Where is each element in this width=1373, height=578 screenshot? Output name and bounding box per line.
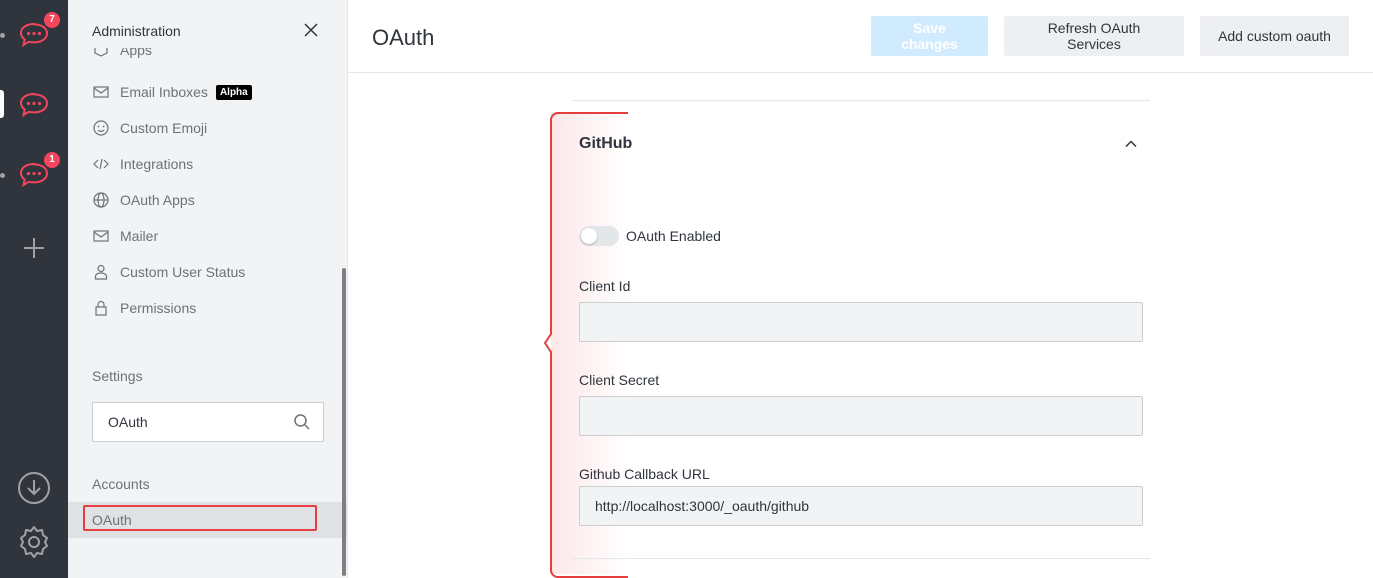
- accounts-group-title: Accounts: [92, 476, 150, 492]
- lock-icon: [92, 299, 110, 317]
- sidebar-item-label: Integrations: [120, 156, 194, 172]
- main-content: OAuth Save changes Refresh OAuth Service…: [348, 0, 1373, 578]
- sidebar-item-label: Mailer: [120, 228, 159, 244]
- settings-section-title: Settings: [92, 368, 143, 384]
- settings-gear-icon[interactable]: [17, 525, 51, 559]
- close-icon[interactable]: [302, 21, 320, 39]
- admin-sidebar: Administration Apps Email Inboxes Alpha …: [68, 0, 348, 578]
- oauth-enabled-label: OAuth Enabled: [626, 228, 721, 244]
- unread-badge: 1: [44, 152, 60, 168]
- unread-dot: [0, 33, 5, 38]
- sidebar-item-label: Email Inboxes: [120, 84, 208, 100]
- unread-dot: [0, 173, 5, 178]
- sidebar-item-permissions[interactable]: Permissions: [92, 296, 196, 320]
- mail-icon: [92, 227, 110, 245]
- sidebar-item-label: OAuth Apps: [120, 192, 195, 208]
- rocketchat-logo-icon: [19, 92, 49, 118]
- add-custom-oauth-button[interactable]: Add custom oauth: [1200, 16, 1349, 56]
- client-id-field[interactable]: [579, 302, 1143, 342]
- sidebar-scrollbar[interactable]: [342, 268, 346, 576]
- page-title: OAuth: [372, 25, 435, 50]
- page-header: OAuth Save changes Refresh OAuth Service…: [348, 0, 1373, 73]
- sidebar-item-label: Custom User Status: [120, 264, 246, 280]
- workspace-2[interactable]: [0, 86, 52, 122]
- client-secret-label: Client Secret: [579, 372, 660, 388]
- add-workspace-icon[interactable]: [17, 235, 51, 261]
- oauth-enabled-toggle[interactable]: [579, 226, 619, 246]
- section-divider: [572, 558, 1150, 559]
- sidebar-item-label: Permissions: [120, 300, 197, 316]
- refresh-oauth-services-button[interactable]: Refresh OAuth Services: [1004, 16, 1184, 56]
- mail-icon: [92, 83, 110, 101]
- save-changes-button[interactable]: Save changes: [871, 16, 988, 56]
- sidebar-item-integrations[interactable]: Integrations: [92, 152, 193, 176]
- code-icon: [92, 155, 110, 173]
- client-secret-field[interactable]: [579, 396, 1143, 436]
- unread-badge: 7: [44, 12, 60, 28]
- sidebar-item-custom-user-status[interactable]: Custom User Status: [92, 260, 245, 284]
- sidebar-item-mailer[interactable]: Mailer: [92, 224, 158, 248]
- sidebar-item-label: Apps: [120, 48, 152, 58]
- client-id-label: Client Id: [579, 278, 631, 294]
- github-section-title[interactable]: GitHub: [579, 135, 632, 153]
- sidebar-item-oauth-apps[interactable]: OAuth Apps: [92, 188, 195, 212]
- user-icon: [92, 263, 110, 281]
- sidebar-item-apps[interactable]: Apps: [92, 48, 152, 62]
- emoji-icon: [92, 119, 110, 137]
- cube-icon: [92, 48, 110, 59]
- search-icon[interactable]: [293, 413, 311, 431]
- sidebar-item-oauth[interactable]: OAuth: [68, 502, 347, 538]
- sidebar-item-label: Custom Emoji: [120, 120, 208, 136]
- sidebar-title: Administration: [92, 23, 181, 39]
- active-indicator: [0, 90, 4, 118]
- server-rail: 7 1: [0, 0, 68, 578]
- download-icon[interactable]: [17, 471, 51, 505]
- settings-search-box: [92, 402, 324, 442]
- nav-clip: Apps: [68, 48, 347, 62]
- chevron-up-icon[interactable]: [1123, 136, 1139, 152]
- section-divider: [572, 100, 1150, 101]
- sidebar-item-email-inboxes[interactable]: Email Inboxes Alpha: [92, 80, 252, 104]
- alpha-badge: Alpha: [215, 84, 252, 100]
- sidebar-item-custom-emoji[interactable]: Custom Emoji: [92, 116, 207, 140]
- github-callback-url-label: Github Callback URL: [579, 466, 710, 482]
- workspace-1[interactable]: 7: [0, 12, 60, 52]
- settings-search-input[interactable]: [108, 414, 293, 430]
- globe-icon: [92, 191, 110, 209]
- toggle-knob: [581, 228, 597, 244]
- github-callback-url-field[interactable]: [579, 486, 1143, 526]
- highlight-outline: [83, 505, 317, 531]
- workspace-3[interactable]: 1: [0, 152, 60, 192]
